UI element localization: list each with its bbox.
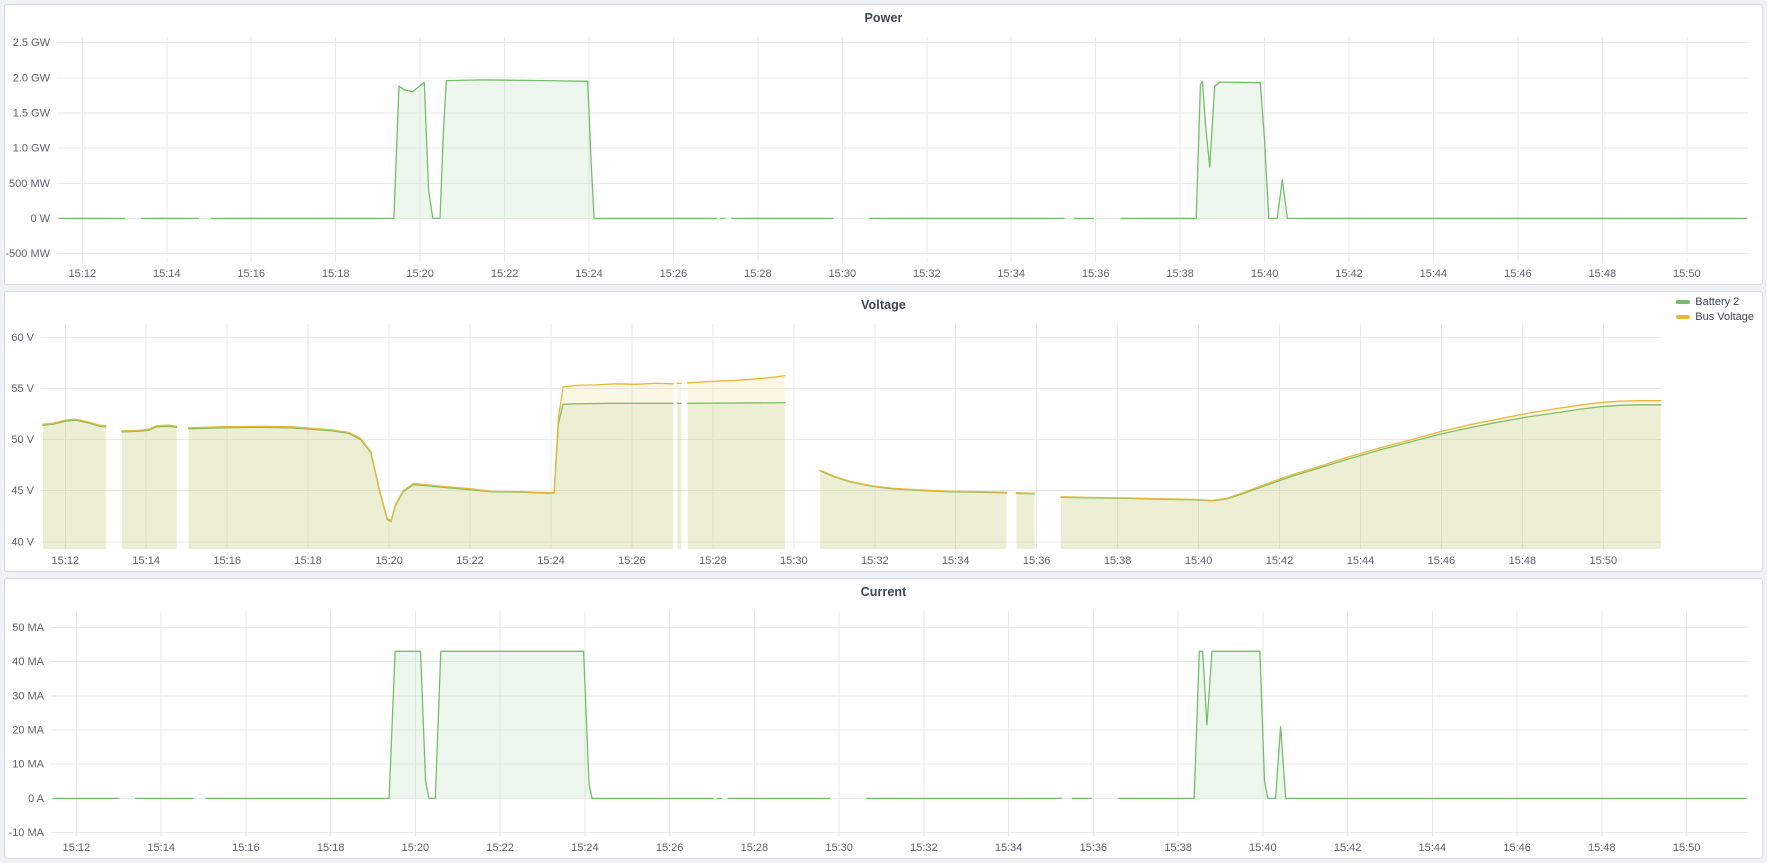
svg-text:15:44: 15:44 (1419, 842, 1447, 854)
svg-text:15:32: 15:32 (910, 842, 938, 854)
svg-text:15:24: 15:24 (571, 842, 599, 854)
svg-text:15:30: 15:30 (780, 555, 808, 567)
svg-text:15:40: 15:40 (1251, 268, 1279, 280)
svg-text:40 MA: 40 MA (12, 656, 44, 668)
svg-text:40 V: 40 V (11, 536, 34, 548)
svg-text:15:30: 15:30 (825, 842, 853, 854)
svg-text:15:12: 15:12 (52, 555, 80, 567)
legend-item-battery-2[interactable]: Battery 2 (1676, 296, 1754, 308)
svg-text:15:26: 15:26 (660, 268, 688, 280)
panel-title-current[interactable]: Current (861, 585, 907, 599)
svg-text:20 MA: 20 MA (12, 725, 44, 737)
svg-text:15:12: 15:12 (63, 842, 91, 854)
svg-text:2.5 GW: 2.5 GW (13, 37, 51, 49)
svg-text:15:24: 15:24 (537, 555, 565, 567)
svg-text:15:18: 15:18 (317, 842, 345, 854)
svg-text:15:42: 15:42 (1334, 842, 1362, 854)
svg-text:15:38: 15:38 (1104, 555, 1132, 567)
svg-text:15:30: 15:30 (829, 268, 857, 280)
svg-text:15:40: 15:40 (1185, 555, 1213, 567)
svg-text:15:18: 15:18 (294, 555, 322, 567)
svg-text:15:26: 15:26 (656, 842, 684, 854)
svg-text:15:44: 15:44 (1420, 268, 1448, 280)
svg-text:15:38: 15:38 (1164, 842, 1192, 854)
current-panel: Current 15:1215:1415:1615:1815:2015:2215… (4, 578, 1763, 859)
svg-text:1.5 GW: 1.5 GW (13, 107, 51, 119)
svg-text:15:12: 15:12 (69, 268, 97, 280)
legend-label-battery-2: Battery 2 (1695, 296, 1739, 308)
svg-text:15:16: 15:16 (232, 842, 260, 854)
svg-text:15:46: 15:46 (1428, 555, 1456, 567)
svg-text:15:22: 15:22 (456, 555, 484, 567)
svg-text:15:32: 15:32 (861, 555, 889, 567)
svg-text:15:22: 15:22 (486, 842, 514, 854)
svg-text:15:46: 15:46 (1503, 842, 1531, 854)
svg-text:15:36: 15:36 (1023, 555, 1051, 567)
svg-text:15:20: 15:20 (402, 842, 430, 854)
svg-text:15:28: 15:28 (699, 555, 727, 567)
svg-text:15:14: 15:14 (153, 268, 181, 280)
svg-text:15:42: 15:42 (1266, 555, 1294, 567)
power-chart[interactable]: 15:12 15:14 15:16 15:18 15:20 15:22 15:24 15:26… (5, 31, 1762, 284)
svg-text:1.0 GW: 1.0 GW (13, 143, 51, 155)
svg-text:15:42: 15:42 (1335, 268, 1363, 280)
svg-text:15:28: 15:28 (744, 268, 772, 280)
svg-text:15:32: 15:32 (913, 268, 941, 280)
voltage-panel-header: Voltage (5, 292, 1762, 318)
svg-text:0 W: 0 W (30, 213, 50, 225)
svg-text:15:46: 15:46 (1504, 268, 1532, 280)
svg-text:15:38: 15:38 (1166, 268, 1194, 280)
voltage-chart[interactable]: 15:12 15:14 15:16 15:18 15:20 15:22 15:24 15:26… (5, 318, 1762, 571)
svg-text:15:50: 15:50 (1673, 842, 1701, 854)
svg-text:50 MA: 50 MA (12, 622, 44, 634)
svg-text:55 V: 55 V (11, 383, 34, 395)
svg-text:60 V: 60 V (11, 332, 34, 344)
svg-text:10 MA: 10 MA (12, 759, 44, 771)
svg-text:45 V: 45 V (11, 485, 34, 497)
svg-text:15:18: 15:18 (322, 268, 350, 280)
svg-text:500 MW: 500 MW (9, 178, 51, 190)
current-chart[interactable]: 15:12 15:14 15:16 15:18 15:20 15:22 15:24 15:26… (5, 605, 1762, 858)
svg-text:15:34: 15:34 (942, 555, 970, 567)
svg-text:15:28: 15:28 (741, 842, 769, 854)
voltage-panel: Voltage 15:1215:1415:1615:1815:2015:2215… (4, 291, 1763, 572)
svg-text:15:50: 15:50 (1673, 268, 1701, 280)
current-panel-header: Current (5, 579, 1762, 605)
svg-text:15:16: 15:16 (213, 555, 241, 567)
svg-text:2.0 GW: 2.0 GW (13, 72, 51, 84)
svg-text:30 MA: 30 MA (12, 690, 44, 702)
voltage-legend: Battery 2 Bus Voltage (1672, 294, 1758, 325)
svg-text:15:22: 15:22 (491, 268, 519, 280)
svg-text:-10 MA: -10 MA (9, 827, 45, 839)
dashboard: Power 15:12 15:14 15:16 15:18 15:20 15:22 15:2… (0, 0, 1767, 863)
svg-text:15:16: 15:16 (237, 268, 265, 280)
svg-text:0 A: 0 A (28, 793, 45, 805)
svg-text:15:36: 15:36 (1080, 842, 1108, 854)
power-panel: Power 15:12 15:14 15:16 15:18 15:20 15:22 15:2… (4, 4, 1763, 285)
svg-text:15:48: 15:48 (1589, 268, 1617, 280)
svg-text:50 V: 50 V (11, 434, 34, 446)
svg-text:15:20: 15:20 (406, 268, 434, 280)
svg-text:15:24: 15:24 (575, 268, 603, 280)
svg-text:15:20: 15:20 (375, 555, 403, 567)
svg-text:15:26: 15:26 (618, 555, 646, 567)
svg-text:-500 MW: -500 MW (5, 248, 50, 260)
battery-2-series-swatch-icon (1676, 300, 1690, 304)
bus-voltage-series-swatch-icon (1676, 315, 1690, 319)
svg-text:15:14: 15:14 (147, 842, 175, 854)
legend-item-bus-voltage[interactable]: Bus Voltage (1676, 311, 1754, 323)
svg-text:15:14: 15:14 (132, 555, 160, 567)
svg-text:15:50: 15:50 (1590, 555, 1618, 567)
svg-text:15:36: 15:36 (1082, 268, 1110, 280)
svg-text:15:34: 15:34 (997, 268, 1025, 280)
panel-title-power[interactable]: Power (864, 11, 902, 25)
legend-label-bus-voltage: Bus Voltage (1695, 311, 1754, 323)
power-panel-header: Power (5, 5, 1762, 31)
svg-text:15:34: 15:34 (995, 842, 1023, 854)
svg-text:15:44: 15:44 (1347, 555, 1375, 567)
panel-title-voltage[interactable]: Voltage (861, 298, 906, 312)
svg-text:15:48: 15:48 (1509, 555, 1537, 567)
svg-text:15:40: 15:40 (1249, 842, 1277, 854)
svg-text:15:48: 15:48 (1588, 842, 1616, 854)
